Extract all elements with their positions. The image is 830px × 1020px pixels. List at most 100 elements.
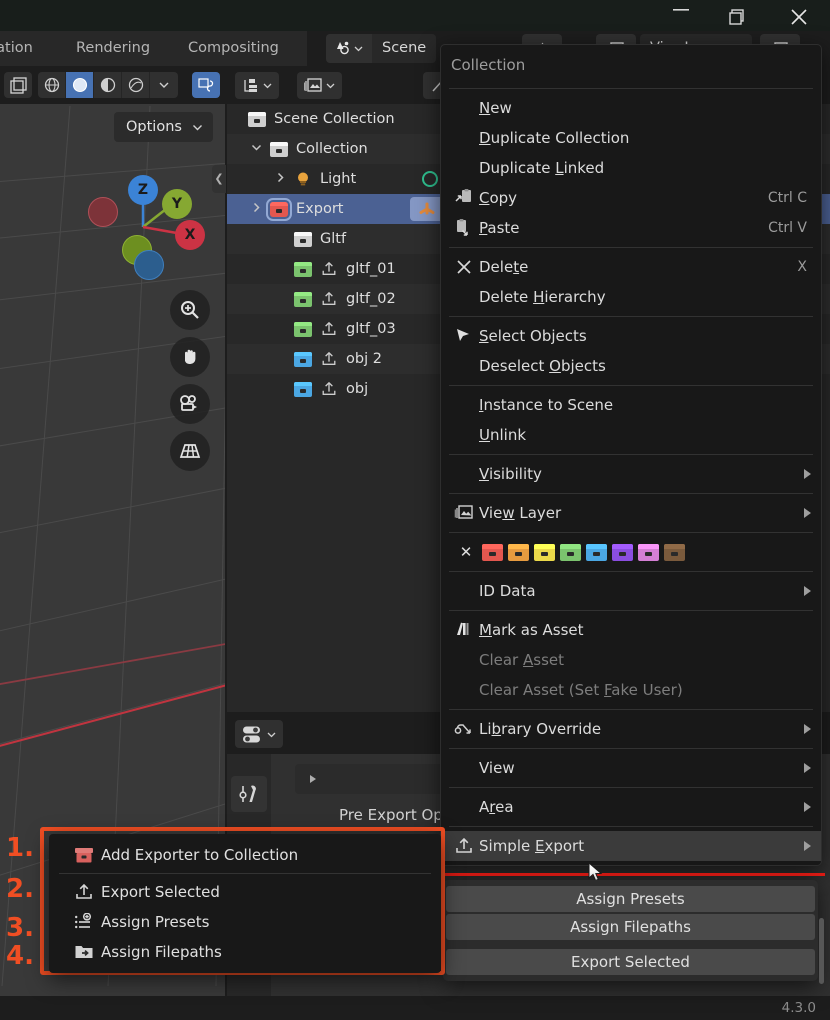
menu-item-assign-presets[interactable]: Assign Presets	[49, 907, 441, 937]
scene-icon[interactable]	[326, 34, 372, 63]
gizmo-axis-y[interactable]: Y	[162, 189, 192, 219]
light-data-icon[interactable]	[421, 170, 439, 188]
close-button[interactable]	[776, 0, 822, 31]
menu-item-library-override[interactable]: Library Override	[441, 714, 821, 744]
disclosure-triangle-icon[interactable]	[273, 172, 288, 186]
menu-separator	[449, 385, 813, 386]
menu-separator	[449, 247, 813, 248]
menu-item-duplicate-collection[interactable]: Duplicate Collection	[441, 123, 821, 153]
gizmo-axis-neg-x[interactable]	[88, 197, 118, 227]
workspace-tab-compositing[interactable]: Compositing	[174, 31, 307, 66]
properties-editor-type-button[interactable]	[235, 720, 283, 748]
viewport-options-button[interactable]: Options	[114, 112, 213, 142]
submenu-item-assign-filepaths[interactable]: Assign Filepaths	[446, 914, 815, 940]
menu-item-label: Paste	[479, 219, 520, 237]
ortho-grid-tool[interactable]	[170, 431, 210, 471]
viewport-sidebar-collapse-arrow[interactable]: ❮	[212, 165, 226, 193]
outliner-filter-view-button[interactable]	[297, 72, 342, 99]
panel-expand-arrow-icon[interactable]	[307, 773, 319, 785]
rendered-shading-icon[interactable]	[122, 72, 150, 98]
viewport-link-group[interactable]	[192, 72, 220, 98]
gizmo-axis-z[interactable]: Z	[128, 175, 158, 205]
simple-export-submenu[interactable]: Assign Presets Assign Filepaths Export Se…	[443, 880, 824, 984]
collection-color-swatch-2[interactable]	[508, 543, 529, 561]
collection-color-swatch-4[interactable]	[560, 543, 581, 561]
material-preview-icon[interactable]	[94, 72, 122, 98]
gizmo-axis-x[interactable]: X	[175, 220, 205, 250]
collection-context-menu[interactable]: Collection New Duplicate Collection Duplic…	[440, 44, 822, 866]
menu-separator	[449, 316, 813, 317]
submenu-scrollbar[interactable]	[819, 918, 824, 984]
menu-item-mark-as-asset[interactable]: Mark as Asset	[441, 615, 821, 645]
collection-color-swatch-5[interactable]	[586, 543, 607, 561]
outliner-display-mode-button[interactable]	[235, 72, 279, 99]
editor-type-button[interactable]	[4, 72, 32, 98]
menu-item-clear-asset: Clear Asset	[441, 645, 821, 675]
outliner-row-label: Collection	[296, 141, 368, 157]
navigation-gizmo[interactable]: Z Y X	[88, 165, 218, 280]
shading-dropdown-icon[interactable]	[150, 72, 178, 98]
menu-separator	[449, 748, 813, 749]
scene-selector[interactable]: Scene	[326, 34, 437, 63]
menu-item-export-selected[interactable]: Export Selected	[49, 877, 441, 907]
scene-name-field[interactable]: Scene	[372, 34, 437, 63]
workspace-tab-rendering[interactable]: Rendering	[62, 31, 174, 66]
menu-item-label: Duplicate Collection	[479, 129, 630, 147]
wireframe-shading-icon[interactable]	[38, 72, 66, 98]
shading-mode-group[interactable]	[38, 72, 178, 98]
menu-item-assign-filepaths[interactable]: Assign Filepaths	[49, 937, 441, 967]
menu-item-add-exporter-to-collection[interactable]: Add Exporter to Collection	[49, 840, 441, 870]
menu-item-instance-to-scene[interactable]: Instance to Scene	[441, 390, 821, 420]
menu-item-label: Delete Hierarchy	[479, 288, 606, 306]
menu-item-copy[interactable]: Copy Ctrl C	[441, 183, 821, 213]
menu-item-view[interactable]: View	[441, 753, 821, 783]
collection-icon	[294, 321, 312, 337]
disclosure-triangle-icon[interactable]	[249, 142, 264, 156]
menu-item-deselect-objects[interactable]: Deselect Objects	[441, 351, 821, 381]
menu-item-area[interactable]: Area	[441, 792, 821, 822]
menu-item-visibility[interactable]: Visibility	[441, 459, 821, 489]
collection-color-swatch-8[interactable]	[664, 543, 685, 561]
menu-item-paste[interactable]: Paste Ctrl V	[441, 213, 821, 243]
menu-item-select-objects[interactable]: Select Objects	[441, 321, 821, 351]
collection-exporter-menu[interactable]: Add Exporter to Collection Export Select…	[49, 834, 441, 973]
export-icon	[67, 883, 101, 901]
submenu-item-export-selected[interactable]: Export Selected	[446, 949, 815, 975]
collection-color-swatch-row[interactable]: ✕	[441, 537, 821, 567]
solid-shading-icon[interactable]	[66, 72, 94, 98]
collection-icon	[266, 197, 292, 221]
menu-separator	[449, 709, 813, 710]
menu-item-simple-export[interactable]: Simple Export	[441, 831, 821, 861]
paste-icon	[449, 219, 479, 237]
disclosure-triangle-icon[interactable]	[249, 202, 264, 216]
menu-item-id-data[interactable]: ID Data	[441, 576, 821, 606]
camera-view-tool[interactable]	[170, 384, 210, 424]
collection-icon	[294, 261, 312, 277]
menu-item-label: Add Exporter to Collection	[101, 846, 299, 864]
gizmo-axis-neg-z[interactable]	[134, 250, 164, 280]
collection-color-swatch-1[interactable]	[482, 543, 503, 561]
menu-separator	[449, 454, 813, 455]
export-icon	[320, 291, 338, 307]
menu-item-view-layer[interactable]: View Layer	[441, 498, 821, 528]
tab-tool-properties[interactable]	[231, 776, 267, 812]
submenu-item-assign-presets[interactable]: Assign Presets	[446, 886, 815, 912]
menu-item-unlink[interactable]: Unlink	[441, 420, 821, 450]
collection-color-none[interactable]: ✕	[455, 543, 477, 561]
outliner-row-label: gltf_01	[346, 261, 396, 277]
editor-type-icon[interactable]	[4, 72, 32, 98]
collection-color-swatch-7[interactable]	[638, 543, 659, 561]
menu-item-delete[interactable]: Delete X	[441, 252, 821, 282]
menu-item-new[interactable]: New	[441, 93, 821, 123]
menu-item-duplicate-linked[interactable]: Duplicate Linked	[441, 153, 821, 183]
workspace-tab-animation[interactable]: mation	[0, 31, 62, 66]
exporter-indicator[interactable]	[410, 197, 444, 221]
collection-color-swatch-6[interactable]	[612, 543, 633, 561]
menu-item-delete-hierarchy[interactable]: Delete Hierarchy	[441, 282, 821, 312]
zoom-tool[interactable]	[170, 290, 210, 330]
maximize-button[interactable]	[714, 0, 760, 31]
minimize-button[interactable]	[658, 0, 704, 31]
viewport-link-icon[interactable]	[192, 72, 220, 98]
pan-tool[interactable]	[170, 337, 210, 377]
collection-color-swatch-3[interactable]	[534, 543, 555, 561]
